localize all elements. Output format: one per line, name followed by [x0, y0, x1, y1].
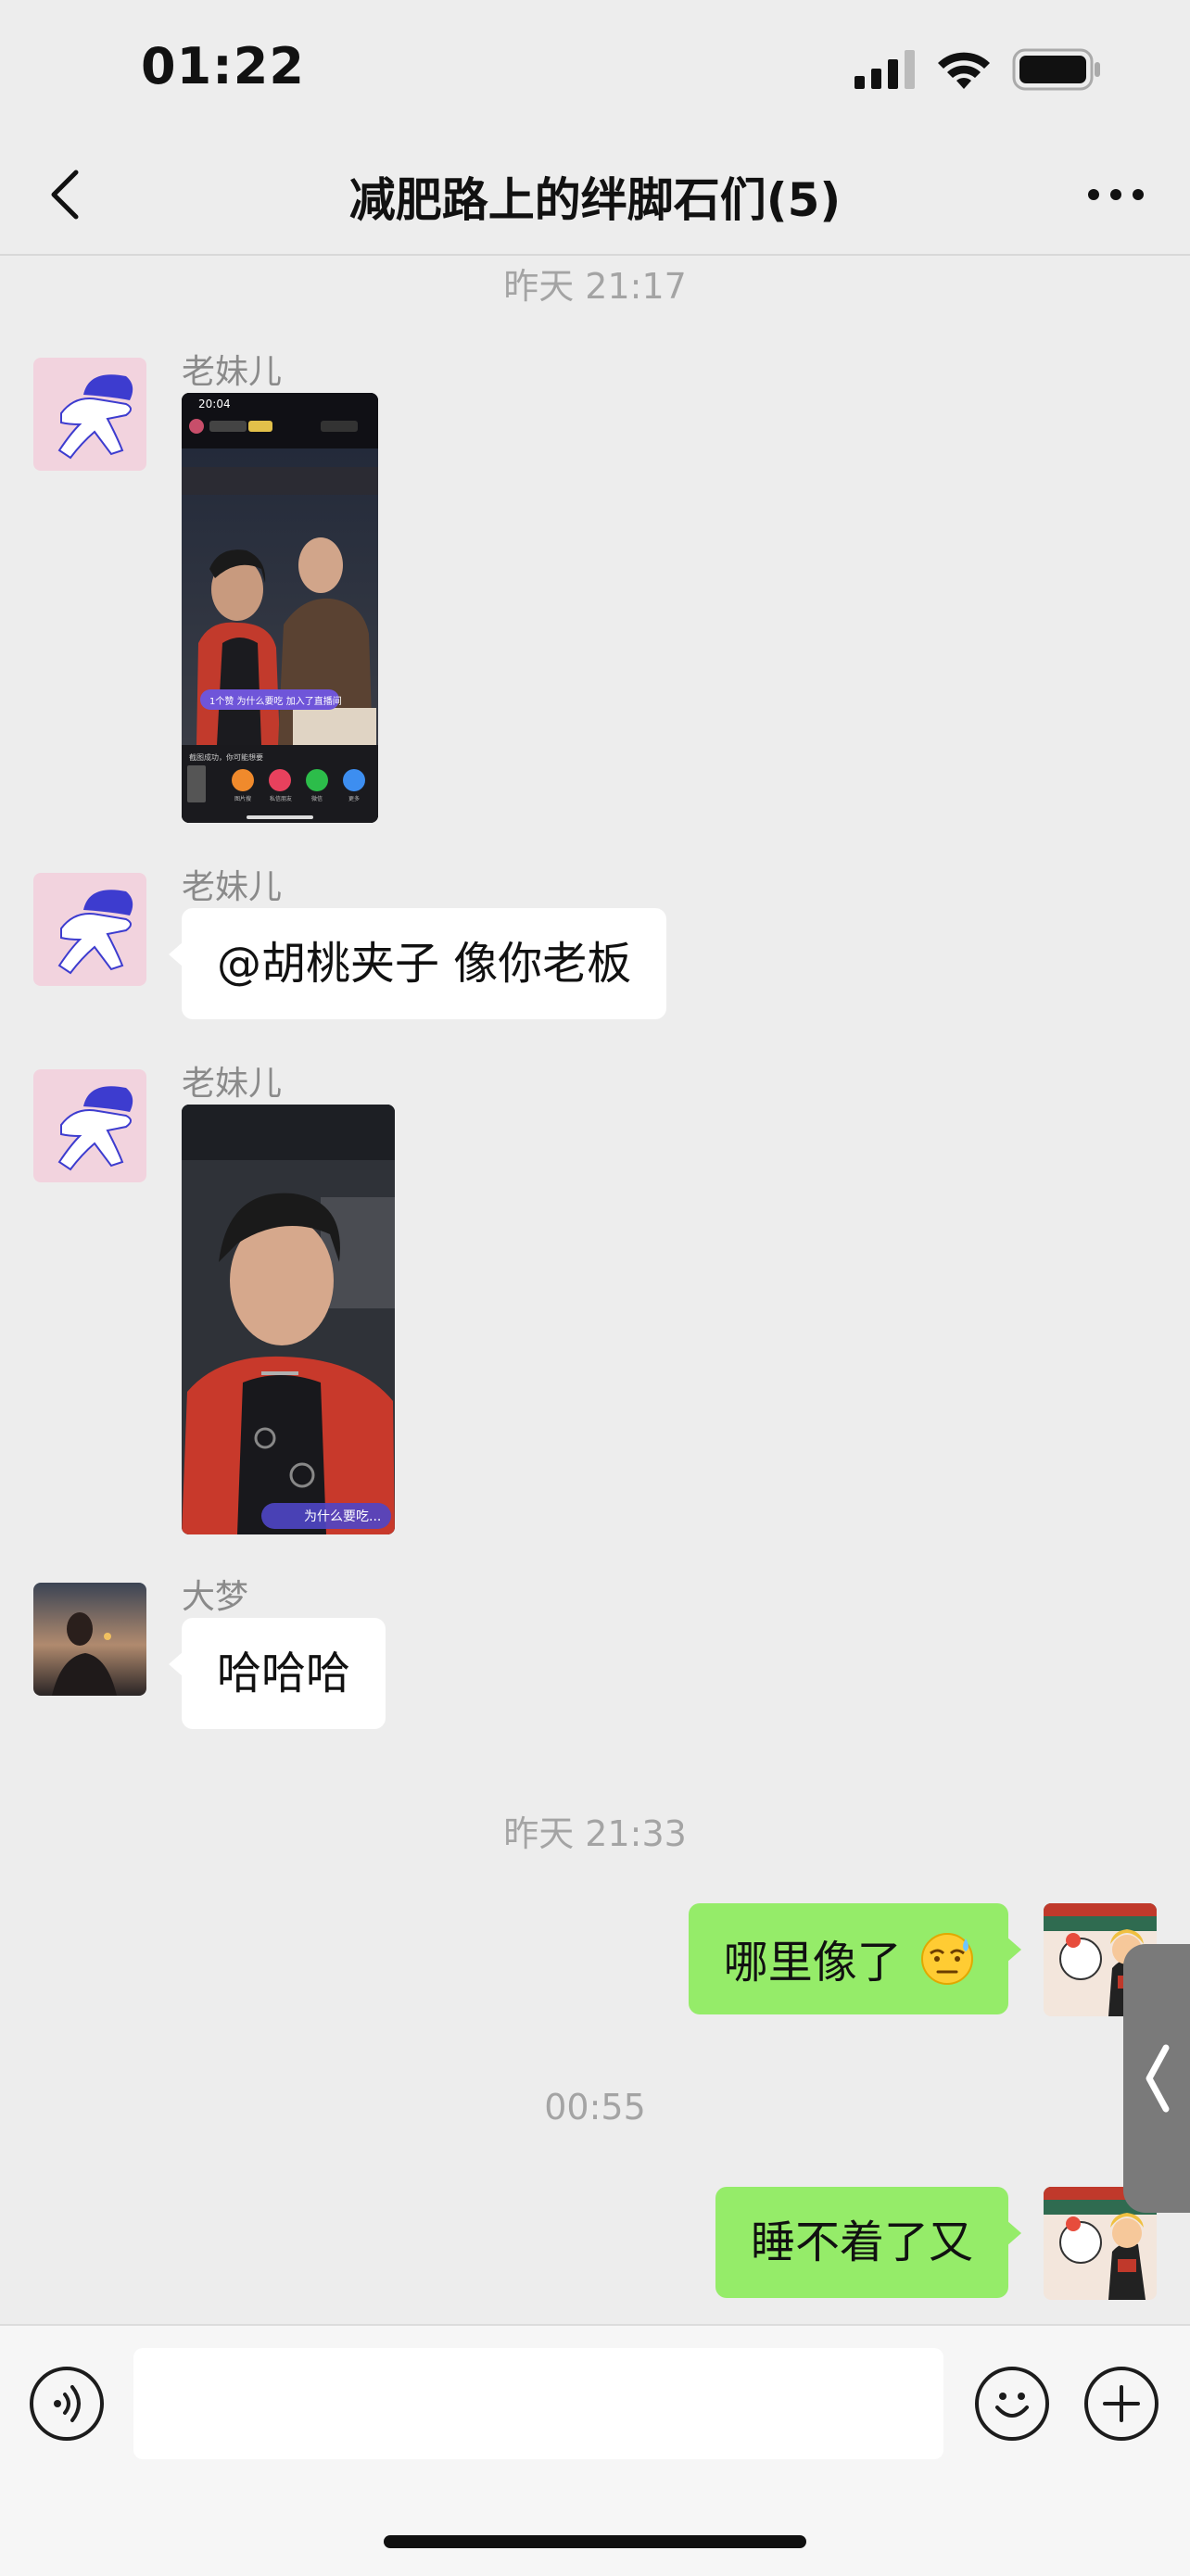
- screenshot-share-label: 更多: [348, 795, 360, 802]
- sender-name: 老妹儿: [182, 868, 283, 906]
- sender-name: 老妹儿: [182, 1065, 283, 1103]
- time-divider: 昨天 21:17: [503, 266, 687, 307]
- voice-button[interactable]: [30, 2367, 104, 2441]
- message-text: 哪里像了: [723, 1937, 902, 1989]
- screenshot-share-label: 私信朋友: [270, 795, 292, 802]
- add-button[interactable]: [1084, 2367, 1158, 2441]
- avatar-image: [33, 873, 146, 986]
- home-indicator: [384, 2535, 806, 2548]
- screenshot-banner: 1个赞 为什么要吃 加入了直播间: [209, 695, 342, 707]
- message-bubble[interactable]: 哈哈哈: [168, 1618, 386, 1729]
- screenshot-share-title: 截图成功，你可能想要: [189, 752, 263, 762]
- avatar[interactable]: [33, 873, 146, 986]
- photo-preview: 为什么要吃...: [182, 1105, 395, 1534]
- sender-name: 老妹儿: [182, 353, 283, 391]
- screenshot-time: 20:04: [198, 398, 231, 410]
- avatar-image: [33, 1069, 146, 1182]
- time-divider: 00:55: [544, 2087, 646, 2128]
- floating-side-tab[interactable]: [1123, 1944, 1190, 2213]
- chat-title: 减肥路上的绊脚石们(5): [348, 173, 842, 227]
- exasperated-face-emoji-icon: [921, 1933, 973, 1985]
- message-bubble[interactable]: @胡桃夹子 像你老板: [168, 908, 667, 1019]
- chat-header: 减肥路上的绊脚石们(5): [0, 139, 1190, 256]
- photo-caption: 为什么要吃...: [304, 1509, 381, 1524]
- avatar-image: [33, 1583, 146, 1696]
- add-icon: [1103, 2385, 1140, 2422]
- shared-photo[interactable]: 为什么要吃...: [182, 1105, 395, 1534]
- avatar-image: [33, 358, 146, 471]
- more-icon[interactable]: [1086, 176, 1146, 213]
- signal-icon: [855, 50, 915, 89]
- wifi-icon: [938, 52, 990, 89]
- message-bubble[interactable]: 哪里像了: [688, 1903, 1022, 2014]
- screenshot-share-label: 微信: [311, 795, 323, 802]
- message-input[interactable]: [133, 2348, 943, 2459]
- status-icons: [855, 46, 1101, 93]
- battery-icon: [1012, 48, 1100, 91]
- screenshot-preview: 1个赞 为什么要吃 加入了直播间 20:04 截图成功，你可能想要 图片搜 私信…: [182, 393, 378, 823]
- time-divider: 昨天 21:33: [503, 1813, 687, 1854]
- avatar[interactable]: [33, 1069, 146, 1182]
- chevron-left-icon: [1146, 2044, 1170, 2113]
- status-time: 01:22: [141, 37, 305, 95]
- screenshot-share-label: 图片搜: [234, 795, 251, 802]
- emoji-button[interactable]: [975, 2367, 1049, 2441]
- avatar[interactable]: [33, 358, 146, 471]
- message-bubble[interactable]: 睡不着了又: [715, 2187, 1022, 2298]
- shared-screenshot-image[interactable]: 1个赞 为什么要吃 加入了直播间 20:04 截图成功，你可能想要 图片搜 私信…: [182, 393, 378, 823]
- voice-icon: [54, 2385, 81, 2422]
- emoji-icon: [995, 2393, 1029, 2418]
- sender-name: 大梦: [182, 1578, 249, 1616]
- avatar[interactable]: [33, 1583, 146, 1696]
